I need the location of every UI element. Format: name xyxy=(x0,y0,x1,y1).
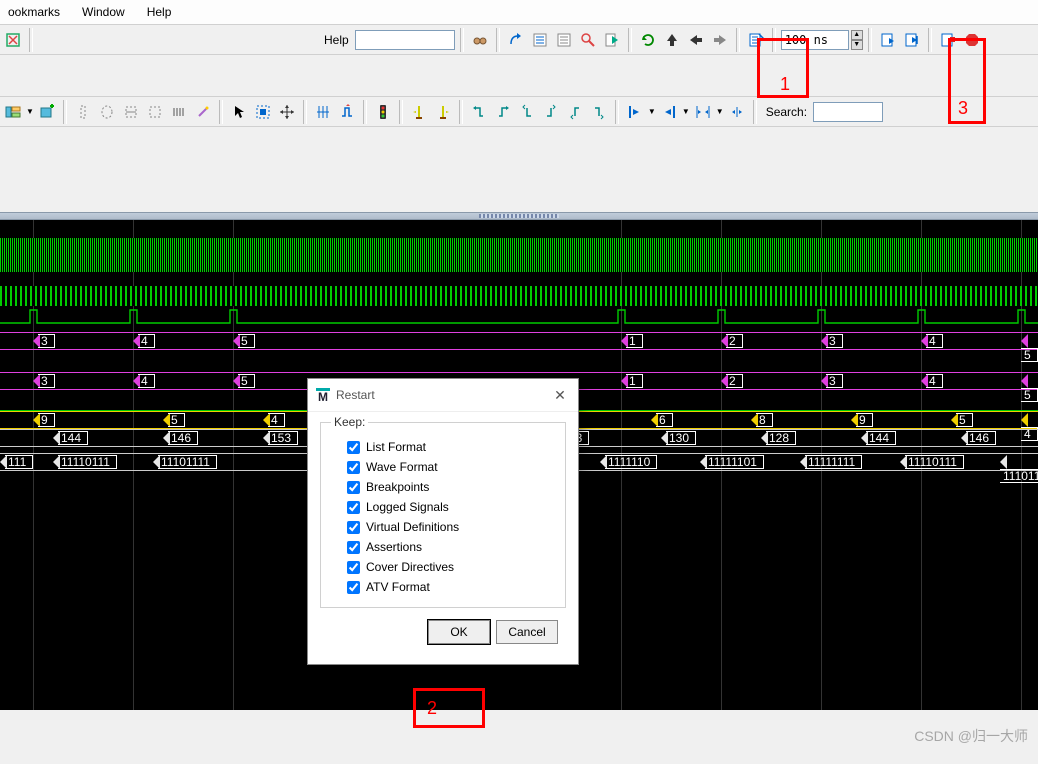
sel4-icon[interactable] xyxy=(144,101,166,123)
search-label: Search: xyxy=(762,105,811,119)
modelsim-logo-icon: M xyxy=(316,388,330,402)
expand-icon[interactable] xyxy=(726,101,748,123)
menu-help[interactable]: Help xyxy=(139,2,180,22)
close-icon[interactable]: ✕ xyxy=(550,385,570,405)
check-list-format[interactable]: List Format xyxy=(329,437,557,457)
menu-window[interactable]: Window xyxy=(74,2,133,22)
collapse-both-icon[interactable] xyxy=(692,101,714,123)
check-cover-directives[interactable]: Cover Directives xyxy=(329,557,557,577)
run-icon[interactable] xyxy=(877,29,899,51)
keep-fieldset: Keep: List Format Wave Format Breakpoint… xyxy=(320,422,566,608)
fieldset-legend: Keep: xyxy=(331,415,368,429)
help-input[interactable] xyxy=(355,30,455,50)
toolbar-row-2: ▼ ▼ ▼ ▼ Search: xyxy=(0,97,1038,127)
svg-text:M: M xyxy=(318,390,328,402)
cancel-button[interactable]: Cancel xyxy=(496,620,558,644)
step-icon[interactable] xyxy=(505,29,527,51)
bars-icon[interactable] xyxy=(168,101,190,123)
check-assertions[interactable]: Assertions xyxy=(329,537,557,557)
sel3-icon[interactable] xyxy=(120,101,142,123)
bus-row-1: 3 4 5 1 2 3 4 5 xyxy=(0,332,1038,350)
menu-bar: ookmarks Window Help xyxy=(0,0,1038,25)
fall-next-icon[interactable] xyxy=(588,101,610,123)
arrow-left-icon[interactable] xyxy=(685,29,707,51)
time-spinner[interactable]: ▲▼ xyxy=(851,30,863,50)
clock-signal-2 xyxy=(0,286,1038,306)
refresh-icon[interactable] xyxy=(637,29,659,51)
list-icon[interactable] xyxy=(529,29,551,51)
edge1-icon[interactable] xyxy=(312,101,334,123)
dialog-title: Restart xyxy=(336,388,550,402)
watermark: CSDN @归一大师 xyxy=(914,726,1028,746)
edge-next-icon[interactable] xyxy=(492,101,514,123)
check-virtual-definitions[interactable]: Virtual Definitions xyxy=(329,517,557,537)
arrow-up-icon[interactable] xyxy=(661,29,683,51)
stop-icon[interactable] xyxy=(961,29,983,51)
sel-all-icon[interactable] xyxy=(252,101,274,123)
search-input[interactable] xyxy=(813,102,883,122)
check-wave-format[interactable]: Wave Format xyxy=(329,457,557,477)
run-all-icon[interactable] xyxy=(901,29,923,51)
rise-next-icon[interactable] xyxy=(540,101,562,123)
cursor-prev-icon[interactable] xyxy=(408,101,430,123)
edge2-icon[interactable] xyxy=(336,101,358,123)
edge-prev-icon[interactable] xyxy=(468,101,490,123)
add-pane-icon[interactable] xyxy=(36,101,58,123)
clock-signal-1 xyxy=(0,238,1038,272)
tool-icon[interactable] xyxy=(2,29,24,51)
check-breakpoints[interactable]: Breakpoints xyxy=(329,477,557,497)
sel2-icon[interactable] xyxy=(96,101,118,123)
restart-dialog: M Restart ✕ Keep: List Format Wave Forma… xyxy=(307,378,579,665)
pulse-signal xyxy=(0,306,1038,326)
menu-bookmarks[interactable]: ookmarks xyxy=(0,2,68,22)
check-atv-format[interactable]: ATV Format xyxy=(329,577,557,597)
check-logged-signals[interactable]: Logged Signals xyxy=(329,497,557,517)
collapse-right-icon[interactable] xyxy=(658,101,680,123)
move-icon[interactable] xyxy=(276,101,298,123)
help-label: Help xyxy=(320,33,353,47)
layout-icon[interactable] xyxy=(2,101,24,123)
fall-prev-icon[interactable] xyxy=(564,101,586,123)
arrow-right-icon[interactable] xyxy=(709,29,731,51)
pane-divider[interactable] xyxy=(0,212,1038,220)
toolbar-row-1: Help ▲▼ xyxy=(0,25,1038,55)
ok-button[interactable]: OK xyxy=(428,620,490,644)
dialog-titlebar[interactable]: M Restart ✕ xyxy=(308,379,578,412)
empty-area xyxy=(0,127,1038,212)
find-icon[interactable] xyxy=(577,29,599,51)
doc-arrow-icon[interactable] xyxy=(601,29,623,51)
sel1-icon[interactable] xyxy=(72,101,94,123)
wand-icon[interactable] xyxy=(192,101,214,123)
traffic-light-icon[interactable] xyxy=(372,101,394,123)
rise-prev-icon[interactable] xyxy=(516,101,538,123)
break-icon[interactable] xyxy=(937,29,959,51)
run-length-input[interactable] xyxy=(781,30,849,50)
list2-icon[interactable] xyxy=(553,29,575,51)
cursor-icon[interactable] xyxy=(228,101,250,123)
collapse-left-icon[interactable] xyxy=(624,101,646,123)
cursor-next-icon[interactable] xyxy=(432,101,454,123)
restart-icon[interactable] xyxy=(745,29,767,51)
binoculars-icon[interactable] xyxy=(469,29,491,51)
